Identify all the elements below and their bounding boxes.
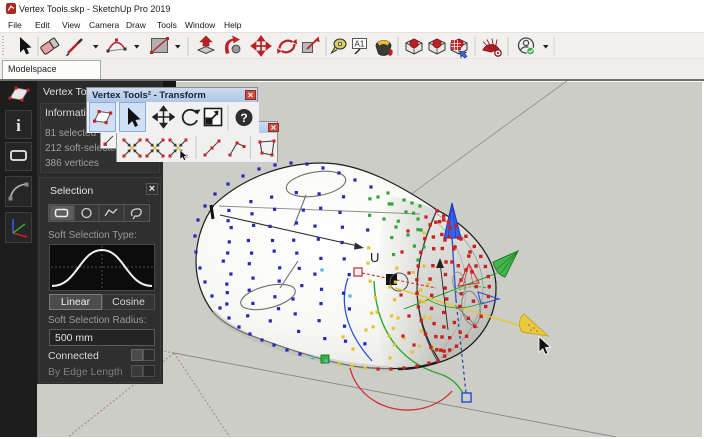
svg-text:?: ? [240, 111, 247, 125]
svg-text:U: U [370, 250, 379, 265]
svg-text:i: i [16, 116, 21, 135]
svg-text:A1: A1 [355, 40, 365, 49]
